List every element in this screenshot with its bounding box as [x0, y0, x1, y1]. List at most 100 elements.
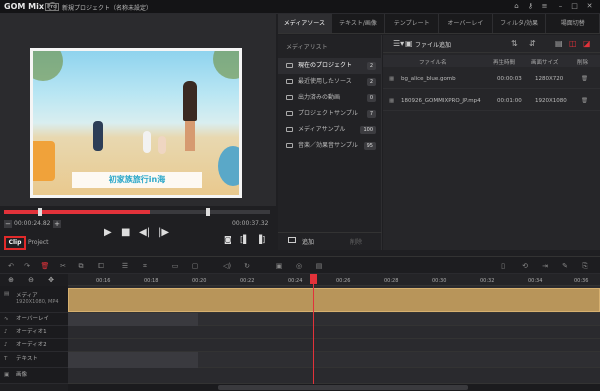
paste-icon[interactable]: ⧠ [96, 261, 106, 271]
tab-filter[interactable]: フィルタ/効果 [493, 14, 547, 33]
media-list-panel: メディアリスト 現在のプロジェクト 2 最近使用したソース 2 出力済みの動画 0 プ… [278, 35, 382, 250]
tab-template[interactable]: テンプレート [385, 14, 440, 33]
playhead-handle[interactable] [310, 274, 317, 284]
cart-icon[interactable]: ⌂ [512, 2, 521, 11]
zoom-out-icon[interactable]: ⊖ [26, 275, 36, 285]
edit-icon[interactable]: ✎ [560, 261, 570, 271]
media-list-item[interactable]: 出力済みの動画 0 [278, 90, 382, 106]
rotate-icon[interactable]: ⟲ [520, 261, 530, 271]
trash-icon[interactable]: 🗑 [581, 76, 588, 82]
import-icon[interactable]: ◫ [569, 39, 577, 48]
trash-icon[interactable]: 🗑 [581, 98, 588, 104]
stop-icon[interactable]: ■ [121, 227, 130, 238]
redo-icon[interactable]: ↷ [22, 261, 32, 271]
track-lane-image[interactable] [68, 368, 600, 384]
export-clip-icon[interactable]: ⇥ [540, 261, 550, 271]
timeline-ruler[interactable]: 00:16 00:18 00:20 00:22 00:24 00:26 00:2… [68, 274, 600, 286]
tab-project[interactable]: Project [28, 239, 49, 246]
add-file-button[interactable]: ファイル追加 [415, 40, 451, 49]
minimize-icon[interactable]: – [556, 2, 565, 11]
tab-overlay[interactable]: オーバーレイ [439, 14, 493, 33]
prev-frame-icon[interactable]: ◀| [139, 227, 150, 238]
mic-icon[interactable]: ◎ [294, 261, 304, 271]
zoom-controls: ⊕ ⊖ ✥ [0, 274, 68, 286]
delete-button[interactable]: 削除 [350, 237, 362, 246]
mark-out-icon[interactable]: ▐] [256, 235, 265, 244]
sort-desc-icon[interactable]: ⇵ [529, 39, 536, 48]
media-list-item[interactable]: 最近使用したソース 2 [278, 74, 382, 90]
track-label-image[interactable]: ▣ 画像 [0, 368, 68, 384]
timeline-scrollbar[interactable] [68, 384, 600, 391]
table-row[interactable]: ▦ bg_alice_blue.gomb 00:00:03 1280X720 🗑 [383, 69, 600, 89]
delete-icon[interactable]: 🗑 [40, 261, 50, 271]
volume-icon[interactable]: ◁) [222, 261, 232, 271]
snapshot-icon[interactable]: ◙ [224, 235, 232, 244]
media-list-item[interactable]: メディアサンプル 100 [278, 122, 382, 138]
add-button[interactable]: 追加 [302, 237, 314, 246]
media-list-item[interactable]: 現在のプロジェクト 2 [278, 58, 382, 74]
ruler-tick: 00:18 [144, 278, 159, 284]
crop-icon[interactable]: ⌗ [140, 261, 150, 271]
maximize-icon[interactable]: □ [570, 2, 579, 11]
current-time: 00:00:24.82 [14, 220, 51, 227]
share-icon[interactable]: ≡ [540, 2, 549, 11]
track-lane-audio2[interactable] [68, 339, 600, 352]
mark-in-icon[interactable]: [▌ [240, 235, 249, 244]
menu-icon[interactable]: ☰▾ [393, 39, 404, 48]
view-icon[interactable]: ▤ [555, 39, 563, 48]
title-bar: GOM Mix Pro 新規プロジェクト（名称未設定） ⌂ ⚷ ≡ – □ ✕ [0, 0, 600, 14]
track-label-audio2[interactable]: ♪ オーディオ2 [0, 339, 68, 352]
tab-media-source[interactable]: メディアソース [278, 14, 332, 33]
resize-icon[interactable]: ▢ [190, 261, 200, 271]
next-frame-icon[interactable]: |▶ [158, 227, 169, 238]
add-folder-icon [288, 237, 296, 243]
copy-icon[interactable]: ⧉ [76, 261, 86, 271]
layer-icon[interactable]: ▤ [314, 261, 324, 271]
track-label-overlay[interactable]: ∿ オーバーレイ [0, 313, 68, 326]
tab-text-image[interactable]: テキスト/画像 [332, 14, 386, 33]
media-list-title: メディアリスト [286, 44, 328, 51]
text-icon: T [4, 356, 8, 362]
track-label-text[interactable]: T テキスト [0, 352, 68, 368]
tab-clip[interactable]: Clip [4, 236, 26, 250]
key-icon[interactable]: ⚷ [526, 2, 535, 11]
time-decrease-button[interactable]: − [4, 220, 12, 228]
fit-icon[interactable]: ✥ [46, 275, 56, 285]
media-file-icon: ▦ [389, 98, 395, 104]
music-icon: ♪ [4, 329, 8, 335]
col-size: 画面サイズ [531, 60, 559, 66]
record-icon[interactable]: ▣ [274, 261, 284, 271]
col-filename: ファイル名 [419, 60, 447, 66]
undo-icon[interactable]: ↶ [6, 261, 16, 271]
media-clip[interactable] [68, 288, 600, 312]
tab-transition[interactable]: 場面切替 [546, 14, 600, 33]
media-file-icon: ▦ [389, 76, 395, 82]
track-label-audio1[interactable]: ♪ オーディオ1 [0, 326, 68, 339]
settings-icon[interactable] [48, 2, 57, 11]
cut-icon[interactable]: ✂ [58, 261, 68, 271]
track-label-media[interactable]: ▤ メディア 1920X1080, MP4 [0, 286, 68, 313]
trim-start-handle[interactable] [38, 208, 42, 216]
media-list-item[interactable]: 音楽／効果音サンプル 95 [278, 138, 382, 154]
media-list-item[interactable]: プロジェクトサンプル 7 [278, 106, 382, 122]
align-icon[interactable]: ☰ [120, 261, 130, 271]
export-icon[interactable]: ◪ [583, 39, 591, 48]
seek-bar[interactable] [4, 208, 270, 216]
ruler-tick: 00:20 [192, 278, 207, 284]
ruler-tick: 00:26 [336, 278, 351, 284]
ruler-tick: 00:22 [240, 278, 255, 284]
zoom-in-icon[interactable]: ⊕ [6, 275, 16, 285]
sort-icon[interactable]: ⇅ [511, 39, 518, 48]
add-page-icon[interactable]: ▯ [498, 261, 508, 271]
time-increase-button[interactable]: + [53, 220, 61, 228]
speed-icon[interactable]: ↻ [242, 261, 252, 271]
screen-icon[interactable]: ▭ [170, 261, 180, 271]
play-icon[interactable]: ▶ [104, 227, 112, 238]
save-icon[interactable]: ⎘ [580, 261, 590, 271]
close-icon[interactable]: ✕ [585, 2, 594, 11]
trim-end-handle[interactable] [206, 208, 210, 216]
playhead[interactable] [313, 274, 314, 384]
track-lane-audio1[interactable] [68, 326, 600, 339]
scrollbar-thumb[interactable] [218, 385, 468, 390]
table-row[interactable]: ▦ 180926_GOMMIXPRO_JP.mp4 00:01:00 1920X… [383, 91, 600, 111]
